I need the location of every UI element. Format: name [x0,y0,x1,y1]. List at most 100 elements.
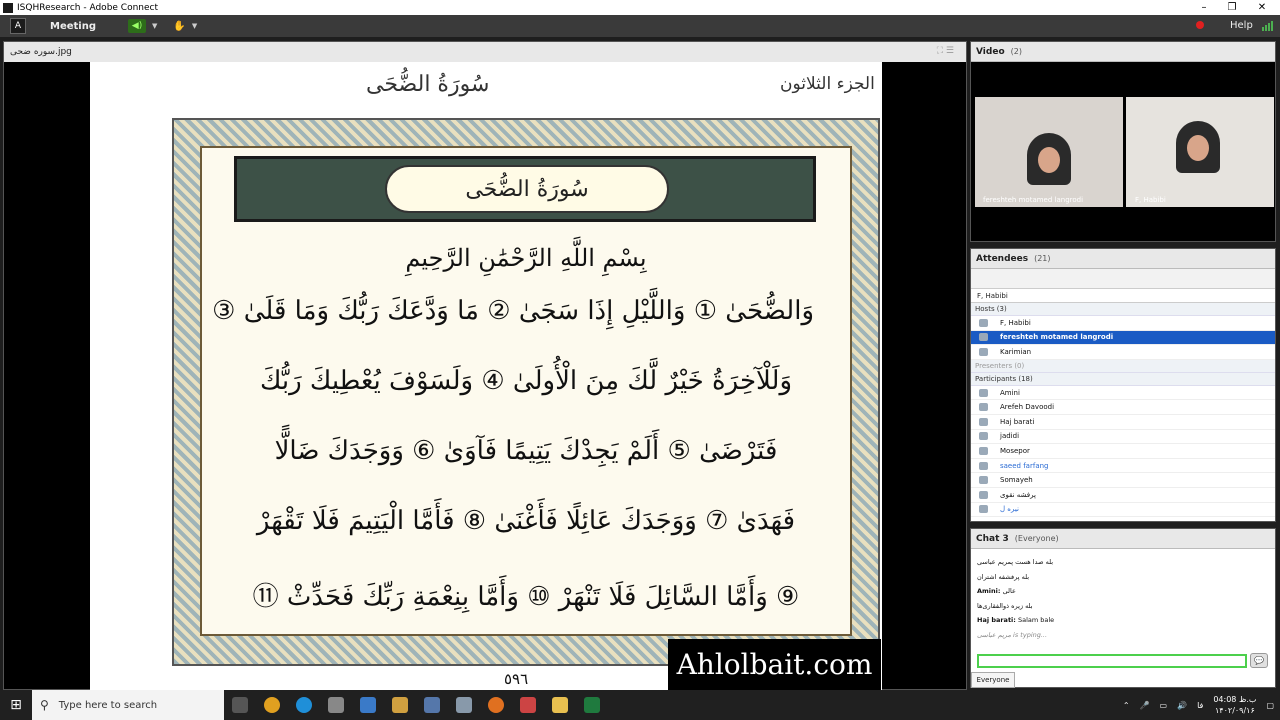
chat-message: Haj barati: Salam bale [977,616,1055,624]
attendee-row[interactable]: Somayeh [971,473,1275,488]
attendees-count: (21) [1034,254,1051,263]
chat-message: بله صدا هست پمریم عباسی [977,558,1054,566]
recording-icon[interactable] [1196,21,1204,29]
attendee-row[interactable]: Mosepor [971,444,1275,459]
chat-tab-everyone[interactable]: Everyone [971,672,1015,688]
app-icon[interactable] [512,690,544,720]
surah-top-title: سُورَةُ الضُّحَى [366,72,490,97]
hosts-group[interactable]: Hosts (3) [971,303,1275,316]
participants-group[interactable]: Participants (18) [971,372,1275,386]
network-icon[interactable]: ▭ [1160,701,1168,710]
app-icon[interactable] [352,690,384,720]
windows-start-icon[interactable]: ⊞ [0,690,32,720]
notification-icon[interactable]: ▢ [1266,701,1274,710]
window-title: ISQHResearch - Adobe Connect [17,2,159,13]
chat-bubble-icon[interactable]: 💬 [1250,653,1268,668]
attendee-row[interactable]: نیره ل [971,503,1275,518]
attendee-row[interactable]: پرفشه نقوی [971,488,1275,503]
taskbar-search[interactable]: ⚲ Type here to search [32,690,224,720]
clock-time: 04:08 ب.ظ [1213,695,1257,704]
app-icon[interactable] [416,690,448,720]
ayah-line: وَالضُّحَىٰ ① وَاللَّيْلِ إِذَا سَجَىٰ ②… [212,296,814,326]
close-button[interactable]: ✕ [1248,0,1276,15]
attendee-row[interactable]: jadidi [971,430,1275,445]
minimize-button[interactable]: – [1190,0,1218,15]
watermark: Ahlolbait.com [668,639,881,691]
language-indicator[interactable]: فا [1197,701,1203,710]
person-icon [979,417,988,426]
raise-hand-icon[interactable]: ✋ [173,21,185,32]
text-panel: سُورَةُ الضُّحَى بِسْمِ اللَّهِ الرَّحْم… [200,146,852,636]
video-tile[interactable] [1126,97,1274,207]
adobe-logo-icon: A [10,18,26,34]
video-title: Video [976,46,1005,57]
attendee-row[interactable]: F, Habibi [971,316,1275,331]
speaker-icon[interactable]: ◀) [128,19,147,33]
person-icon [979,333,988,342]
chat-input[interactable] [977,654,1247,668]
excel-icon[interactable] [576,690,608,720]
adobe-connect-window: ISQHResearch - Adobe Connect – ❐ ✕ A Mee… [0,0,1280,720]
chat-title: Chat 3 [976,533,1009,544]
surah-header-band: سُورَةُ الضُّحَى [234,156,816,222]
meeting-menu[interactable]: Meeting [50,21,96,32]
app-icon[interactable] [320,690,352,720]
attendees-pod: Attendees (21) F, Habibi Hosts (3) F, Ha… [970,248,1276,522]
file-explorer-icon[interactable] [544,690,576,720]
clock-date: ۱۴۰۲/۰۹/۱۶ [1215,706,1255,715]
title-bar: ISQHResearch - Adobe Connect – ❐ ✕ [0,0,1280,15]
chat-pod-header: Chat 3 (Everyone) [971,529,1275,549]
person-icon [979,318,988,327]
attendee-row[interactable]: fereshteh motamed langrodi [971,330,1275,346]
task-view-icon[interactable] [224,690,256,720]
attendee-view-toolbar[interactable] [971,269,1275,289]
attendee-row[interactable]: Amini [971,386,1275,401]
chat-message: بله زیره ذوالفقاری‌ها [977,601,1033,610]
person-icon [979,388,988,397]
app-icon[interactable] [384,690,416,720]
page-number: ٥٩٦ [504,670,529,688]
person-icon [979,403,988,412]
presenters-group[interactable]: Presenters (0) [971,359,1275,373]
share-pod: سوره ضحی.jpg ⛶ ☰ الجزء الثلاثون سُورَةُ … [3,41,967,691]
chrome-icon[interactable] [256,690,288,720]
basmala: بِسْمِ اللَّهِ الرَّحْمَٰنِ الرَّحِيمِ [405,244,647,272]
attendee-row[interactable]: Arefeh Davoodi [971,400,1275,415]
attendees-title: Attendees [976,253,1029,264]
video-pod: Video (2) fereshteh motamed langrodi F, … [970,41,1276,242]
app-icon[interactable] [448,690,480,720]
windows-taskbar: ⊞ ⚲ Type here to search ⌃ 🎤 ▭ 🔊 فا 04:08… [0,690,1280,720]
chevron-up-icon[interactable]: ⌃ [1123,701,1130,710]
attendee-row[interactable]: Karimian [971,345,1275,360]
participant-video [1176,121,1220,173]
shared-filename: سوره ضحی.jpg [10,47,72,57]
selected-attendee[interactable]: F, Habibi [971,289,1275,303]
video-tile-name: F, Habibi [1135,196,1166,204]
person-icon [979,505,988,514]
chevron-down-icon[interactable]: ▼ [152,22,157,30]
person-icon [979,432,988,441]
microphone-icon[interactable]: 🎤 [1140,701,1150,710]
juz-header: الجزء الثلاثون [780,74,875,94]
clock[interactable]: 04:08 ب.ظ ۱۴۰۲/۰۹/۱۶ [1213,694,1256,716]
system-tray: ⌃ 🎤 ▭ 🔊 فا 04:08 ب.ظ ۱۴۰۲/۰۹/۱۶ ▢ [1123,690,1274,720]
fullscreen-icon[interactable]: ⛶ ☰ [937,46,954,56]
edge-icon[interactable] [288,690,320,720]
chat-message: Amini: عالی [977,587,1016,595]
video-tile[interactable] [975,97,1123,207]
volume-icon[interactable]: 🔊 [1177,701,1187,710]
video-pod-header: Video (2) [971,42,1275,62]
surah-title: سُورَةُ الضُّحَى [385,165,669,213]
attendee-row[interactable]: Haj barati [971,415,1275,430]
attendee-row[interactable]: saeed farfang [971,459,1275,474]
video-count: (2) [1010,47,1022,56]
app-icon[interactable] [480,690,512,720]
chat-pod: Chat 3 (Everyone) بله صدا هست پمریم عباس… [970,528,1276,688]
chat-scope: (Everyone) [1014,534,1059,543]
share-pod-header: سوره ضحی.jpg ⛶ ☰ [4,42,966,62]
chat-messages: بله صدا هست پمریم عباسی بله پرفشفه اشترا… [971,549,1275,648]
connection-signal-icon [1262,20,1276,31]
maximize-button[interactable]: ❐ [1218,0,1246,15]
chevron-down-icon[interactable]: ▼ [192,22,197,30]
help-menu[interactable]: Help [1230,20,1253,31]
